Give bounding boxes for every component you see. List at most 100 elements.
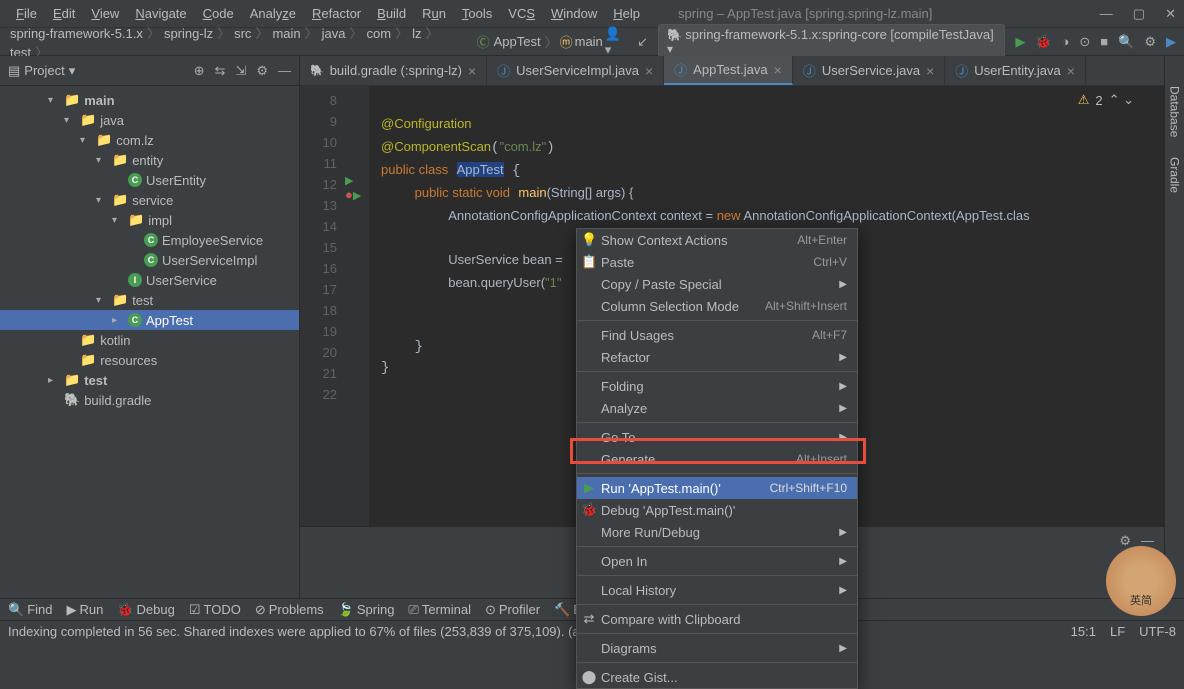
tool-run[interactable]: ▶ Run	[66, 602, 103, 618]
gutter-icons[interactable]: ▶ ●▶	[345, 86, 369, 526]
ctx-item[interactable]: ▶Run 'AppTest.main()'Ctrl+Shift+F10	[577, 477, 857, 499]
tree-row[interactable]: CEmployeeService	[0, 230, 299, 250]
tree-row[interactable]: 📁resources	[0, 350, 299, 370]
tree-row[interactable]: ▸📁test	[0, 370, 299, 390]
ctx-item[interactable]: 📋PasteCtrl+V	[577, 251, 857, 273]
ctx-item[interactable]: Diagrams▶	[577, 637, 857, 659]
sidebar-title[interactable]: ▤ Project ▾	[8, 63, 75, 79]
tool-debug[interactable]: 🐞 Debug	[117, 602, 175, 618]
tool-problems[interactable]: ⊘ Problems	[255, 602, 324, 618]
ctx-item[interactable]: ⬤Create Gist...	[577, 666, 857, 688]
ctx-item[interactable]: Column Selection ModeAlt+Shift+Insert	[577, 295, 857, 317]
editor-tab[interactable]: ⒿUserServiceImpl.java×	[487, 56, 664, 85]
run-gutter-icon-2[interactable]: ●▶	[345, 187, 369, 202]
editor-tab[interactable]: ⒿAppTest.java×	[664, 56, 793, 85]
ctx-item[interactable]: Go To▶	[577, 426, 857, 448]
ctx-item[interactable]: Generate...Alt+Insert	[577, 448, 857, 470]
expand-all-icon[interactable]: ⇆	[215, 63, 226, 79]
tree-row[interactable]: ▾📁main	[0, 90, 299, 110]
run-button[interactable]: ▶	[1015, 34, 1025, 50]
nav-arrows[interactable]: ⌃ ⌄	[1109, 92, 1134, 108]
search-icon[interactable]: 🔍	[1118, 34, 1134, 50]
crumb-class[interactable]: AppTest	[492, 34, 543, 49]
editor-tab[interactable]: ⒿUserEntity.java×	[945, 56, 1086, 85]
crumb[interactable]: spring-framework-5.1.x	[8, 26, 145, 41]
ctx-item[interactable]: Local History▶	[577, 579, 857, 601]
tree-row[interactable]: ▾📁service	[0, 190, 299, 210]
tree-row[interactable]: IUserService	[0, 270, 299, 290]
ctx-item[interactable]: 🐞Debug 'AppTest.main()'	[577, 499, 857, 521]
maximize-icon[interactable]: ▢	[1133, 6, 1145, 22]
profile-button[interactable]: ⊙	[1079, 34, 1090, 50]
coverage-button[interactable]: ◑	[1062, 34, 1070, 49]
ctx-item[interactable]: Copy / Paste Special▶	[577, 273, 857, 295]
hide-icon[interactable]: —	[278, 63, 291, 79]
ctx-item[interactable]: ⇄Compare with Clipboard	[577, 608, 857, 630]
editor-tab[interactable]: 🐘build.gradle (:spring-lz)×	[300, 56, 487, 85]
tree-row[interactable]: ▾📁impl	[0, 210, 299, 230]
tool-profiler[interactable]: ⊙ Profiler	[485, 602, 540, 618]
select-opened-icon[interactable]: ⊕	[194, 63, 205, 79]
debug-button[interactable]: 🐞	[1035, 34, 1051, 50]
tree-row[interactable]: 🐘build.gradle	[0, 390, 299, 410]
plugin-icon[interactable]: ▶	[1166, 34, 1176, 50]
tree-row[interactable]: CUserEntity	[0, 170, 299, 190]
panel-gear-icon[interactable]: ⚙	[1119, 533, 1131, 549]
settings-icon[interactable]: ⚙	[1144, 34, 1156, 50]
tree-row[interactable]: ▾📁entity	[0, 150, 299, 170]
tab-close-icon[interactable]: ×	[645, 63, 653, 79]
ctx-item[interactable]: Analyze▶	[577, 397, 857, 419]
inspection-badge[interactable]: ⚠ 2 ⌃ ⌄	[1078, 92, 1134, 108]
tree-row[interactable]: CUserServiceImpl	[0, 250, 299, 270]
crumb[interactable]: com	[365, 26, 394, 41]
ctx-item[interactable]: Refactor▶	[577, 346, 857, 368]
encoding[interactable]: UTF-8	[1139, 624, 1176, 639]
tab-close-icon[interactable]: ×	[1067, 63, 1075, 79]
vcs-icon[interactable]: ↙	[637, 34, 648, 50]
tab-close-icon[interactable]: ×	[774, 62, 782, 78]
tab-close-icon[interactable]: ×	[468, 63, 476, 79]
tool-todo[interactable]: ☑ TODO	[189, 602, 241, 618]
user-icon[interactable]: 👤▾	[605, 26, 627, 58]
run-config-selector[interactable]: 🐘 spring-framework-5.1.x:spring-core [co…	[658, 24, 1005, 59]
editor-tab[interactable]: ⒿUserService.java×	[793, 56, 945, 85]
crumb-method[interactable]: main	[573, 34, 605, 49]
run-gutter-icon[interactable]: ▶	[345, 174, 369, 187]
crumb[interactable]: lz	[410, 26, 423, 41]
tree-row[interactable]: ▾📁java	[0, 110, 299, 130]
tab-close-icon[interactable]: ×	[926, 63, 934, 79]
crumb[interactable]: java	[320, 26, 348, 41]
ctx-item[interactable]: Folding▶	[577, 375, 857, 397]
stop-button[interactable]: ■	[1100, 34, 1108, 49]
line-sep[interactable]: LF	[1110, 624, 1125, 639]
crumb[interactable]: spring-lz	[162, 26, 215, 41]
ctx-item[interactable]: Find UsagesAlt+F7	[577, 324, 857, 346]
context-menu[interactable]: 💡Show Context ActionsAlt+Enter📋PasteCtrl…	[576, 228, 858, 689]
gear-icon[interactable]: ⚙	[256, 63, 268, 79]
collapse-icon[interactable]: ⇲	[235, 63, 246, 79]
menu-window[interactable]: Window	[543, 2, 605, 25]
menu-vcs[interactable]: VCS	[500, 2, 543, 25]
rail-database[interactable]: Database	[1168, 86, 1182, 137]
crumb[interactable]: main	[270, 26, 302, 41]
class-icon: Ⓒ	[477, 32, 490, 51]
tool-spring[interactable]: 🍃 Spring	[338, 602, 395, 618]
close-icon[interactable]: ✕	[1165, 6, 1176, 22]
ctx-item[interactable]: More Run/Debug▶	[577, 521, 857, 543]
tree-row[interactable]: 📁kotlin	[0, 330, 299, 350]
line-gutter[interactable]: 8910111213141516171819202122	[300, 86, 345, 526]
tool-find[interactable]: 🔍 Find	[8, 602, 52, 618]
project-tree[interactable]: ▾📁main▾📁java▾📁com.lz▾📁entityCUserEntity▾…	[0, 86, 299, 598]
rail-gradle[interactable]: Gradle	[1168, 157, 1182, 193]
crumb[interactable]: src	[232, 26, 253, 41]
minimize-icon[interactable]: —	[1100, 6, 1113, 22]
navbar: spring-framework-5.1.x〉spring-lz〉src〉mai…	[0, 28, 1184, 56]
ctx-item[interactable]: Open In▶	[577, 550, 857, 572]
tool-terminal[interactable]: ⎚ Terminal	[408, 602, 471, 618]
tree-row[interactable]: ▸CAppTest	[0, 310, 299, 330]
tree-row[interactable]: ▾📁com.lz	[0, 130, 299, 150]
tree-row[interactable]: ▾📁test	[0, 290, 299, 310]
menu-help[interactable]: Help	[605, 2, 648, 25]
cursor-position[interactable]: 15:1	[1071, 624, 1096, 639]
ctx-item[interactable]: 💡Show Context ActionsAlt+Enter	[577, 229, 857, 251]
